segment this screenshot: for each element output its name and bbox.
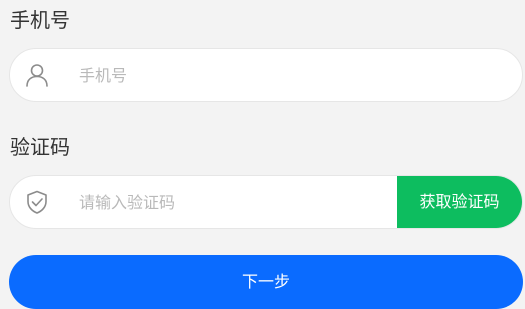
shield-check-icon xyxy=(27,190,47,214)
code-field[interactable]: 获取验证码 xyxy=(9,175,523,229)
code-label: 验证码 xyxy=(10,135,70,159)
user-icon xyxy=(26,64,48,87)
next-button[interactable]: 下一步 xyxy=(9,255,523,309)
phone-label: 手机号 xyxy=(10,8,70,32)
phone-field[interactable] xyxy=(9,48,523,102)
code-input[interactable] xyxy=(79,176,379,228)
get-code-button[interactable]: 获取验证码 xyxy=(397,176,522,228)
phone-input[interactable] xyxy=(79,49,499,101)
